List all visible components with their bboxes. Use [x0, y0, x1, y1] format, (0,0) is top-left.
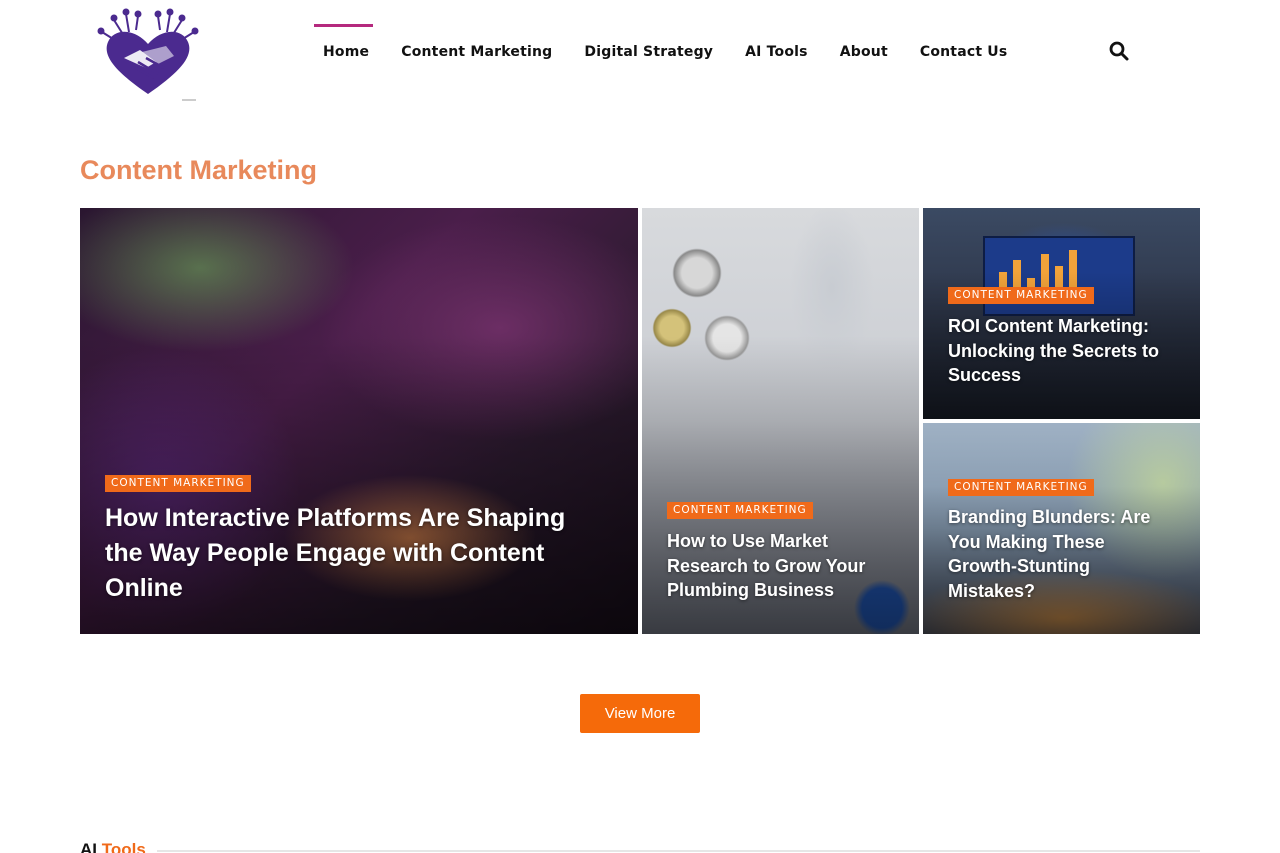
section-title: AI Tools	[80, 840, 146, 853]
view-more-button[interactable]: View More	[580, 694, 700, 733]
post-title[interactable]: How Interactive Platforms Are Shaping th…	[105, 501, 605, 606]
post-title[interactable]: ROI Content Marketing: Unlocking the Sec…	[948, 314, 1188, 388]
nav-about[interactable]: About	[824, 24, 904, 80]
site-logo[interactable]	[96, 6, 200, 102]
handshake-logo-icon	[97, 8, 199, 101]
main-nav: Home Content Marketing Digital Strategy …	[314, 24, 1023, 80]
search-button[interactable]	[1108, 40, 1130, 62]
post-card[interactable]: CONTENT MARKETING ROI Content Marketing:…	[923, 208, 1200, 419]
search-icon	[1109, 41, 1129, 61]
category-badge[interactable]: CONTENT MARKETING	[948, 479, 1094, 496]
post-card[interactable]: CONTENT MARKETING How to Use Market Rese…	[642, 208, 919, 634]
post-card-featured[interactable]: CONTENT MARKETING How Interactive Platfo…	[80, 208, 638, 634]
category-badge[interactable]: CONTENT MARKETING	[105, 475, 251, 492]
site-header: Home Content Marketing Digital Strategy …	[0, 0, 1280, 105]
post-title[interactable]: Branding Blunders: Are You Making These …	[948, 505, 1178, 603]
section-divider	[157, 850, 1200, 852]
nav-digital-strategy[interactable]: Digital Strategy	[568, 24, 729, 80]
ai-tools-section-header: AI Tools	[80, 840, 1200, 853]
section-title: Content Marketing	[80, 155, 318, 185]
post-card[interactable]: CONTENT MARKETING Branding Blunders: Are…	[923, 423, 1200, 634]
nav-ai-tools[interactable]: AI Tools	[729, 24, 824, 80]
category-badge[interactable]: CONTENT MARKETING	[948, 287, 1094, 304]
category-badge[interactable]: CONTENT MARKETING	[667, 502, 813, 519]
nav-contact-us[interactable]: Contact Us	[904, 24, 1024, 80]
nav-home[interactable]: Home	[314, 24, 385, 80]
nav-content-marketing[interactable]: Content Marketing	[385, 24, 568, 80]
post-title[interactable]: How to Use Market Research to Grow Your …	[667, 529, 897, 603]
